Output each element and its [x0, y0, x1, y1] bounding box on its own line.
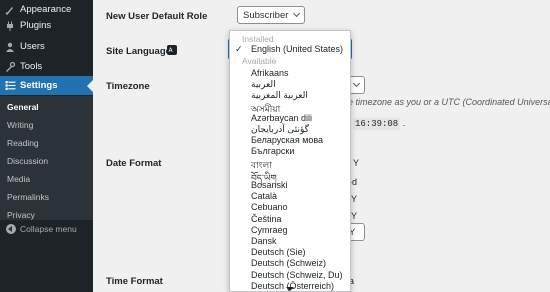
available-group-label: Available: [242, 56, 277, 66]
plugins-icon: [4, 20, 16, 32]
sidebar-item-label: Plugins: [20, 20, 52, 31]
dropdown-option[interactable]: Deutsch (Sie): [251, 247, 306, 257]
collapse-menu-button[interactable]: Collapse menu: [0, 222, 93, 238]
sidebar-item-tools[interactable]: Tools: [0, 57, 93, 76]
time-value: 16:39:08: [353, 118, 401, 130]
dropdown-option[interactable]: العربية: [251, 79, 276, 90]
sidebar-item-label: Appearance: [20, 4, 72, 15]
sidebar-item-label: Settings: [20, 80, 58, 91]
dropdown-option[interactable]: Deutsch (Schweiz): [251, 258, 326, 268]
sidebar-item-label: Users: [20, 41, 45, 52]
submenu-discussion[interactable]: Discussion: [7, 156, 48, 166]
time-format-label: Time Format: [106, 276, 163, 287]
new-user-role-value: Subscriber: [243, 9, 289, 21]
universal-time: 16:39:08 .: [353, 118, 406, 130]
date-format-fragment: Y: [351, 194, 358, 204]
timezone-label: Timezone: [106, 81, 150, 92]
dropdown-option[interactable]: Cebuano: [251, 202, 288, 212]
date-format-fragment: Y: [351, 211, 358, 221]
new-user-role-label: New User Default Role: [106, 11, 208, 22]
translation-icon: A: [167, 45, 177, 55]
scroll-down-arrow-icon[interactable]: [286, 287, 294, 291]
sidebar-item-settings[interactable]: Settings: [0, 76, 93, 95]
chevron-down-icon: [352, 79, 361, 88]
dropdown-option[interactable]: Azərbaycan dili: [251, 113, 312, 123]
settings-icon: [4, 80, 16, 92]
dropdown-option[interactable]: گؤنئی آذربایجان: [251, 124, 309, 135]
submenu-privacy[interactable]: Privacy: [7, 210, 35, 220]
svg-text:A: A: [169, 47, 174, 54]
settings-submenu: General Writing Reading Discussion Media…: [0, 96, 93, 220]
site-language-dropdown[interactable]: Installed ✓ English (United States) Avai…: [229, 30, 351, 292]
date-format-label: Date Format: [106, 158, 162, 169]
dropdown-option[interactable]: Deutsch (Schweiz, Du): [251, 270, 343, 280]
time-dot: .: [402, 118, 406, 128]
appearance-icon: [4, 4, 16, 16]
collapse-icon: [6, 224, 16, 234]
dropdown-option[interactable]: Български: [251, 146, 294, 156]
admin-sidebar: Appearance Plugins Users Tools Settings …: [0, 0, 93, 292]
submenu-reading[interactable]: Reading: [7, 138, 39, 148]
checkmark-icon: ✓: [235, 44, 243, 54]
dropdown-option[interactable]: Беларуская мова: [251, 135, 323, 145]
new-user-role-select[interactable]: Subscriber: [237, 6, 305, 24]
chevron-down-icon: [292, 9, 301, 18]
submenu-permalinks[interactable]: Permalinks: [7, 192, 49, 202]
dropdown-option[interactable]: Afrikaans: [251, 68, 289, 78]
dropdown-option-selected[interactable]: English (United States): [251, 44, 343, 54]
sidebar-item-plugins[interactable]: Plugins: [0, 16, 93, 35]
dropdown-option[interactable]: Čeština: [251, 214, 282, 224]
sidebar-item-label: Tools: [20, 61, 43, 72]
date-format-fragment: Y: [353, 158, 360, 168]
site-language-label: Site Language: [106, 46, 171, 57]
dropdown-option[interactable]: Cymraeg: [251, 225, 288, 235]
submenu-media[interactable]: Media: [7, 174, 30, 184]
timezone-description: he timezone as you or a UTC (Coordinated…: [343, 97, 550, 107]
submenu-writing[interactable]: Writing: [7, 120, 33, 130]
dropdown-option[interactable]: Català: [251, 191, 277, 201]
submenu-general[interactable]: General: [7, 102, 39, 112]
sidebar-item-users[interactable]: Users: [0, 37, 93, 56]
dropdown-option[interactable]: العربية المغربية: [251, 90, 308, 101]
installed-group-label: Installed: [242, 34, 274, 44]
dropdown-option[interactable]: Bosanski: [251, 180, 288, 190]
tools-icon: [4, 61, 16, 73]
dropdown-option[interactable]: Dansk: [251, 236, 277, 246]
users-icon: [4, 41, 16, 53]
collapse-label: Collapse menu: [20, 224, 77, 234]
